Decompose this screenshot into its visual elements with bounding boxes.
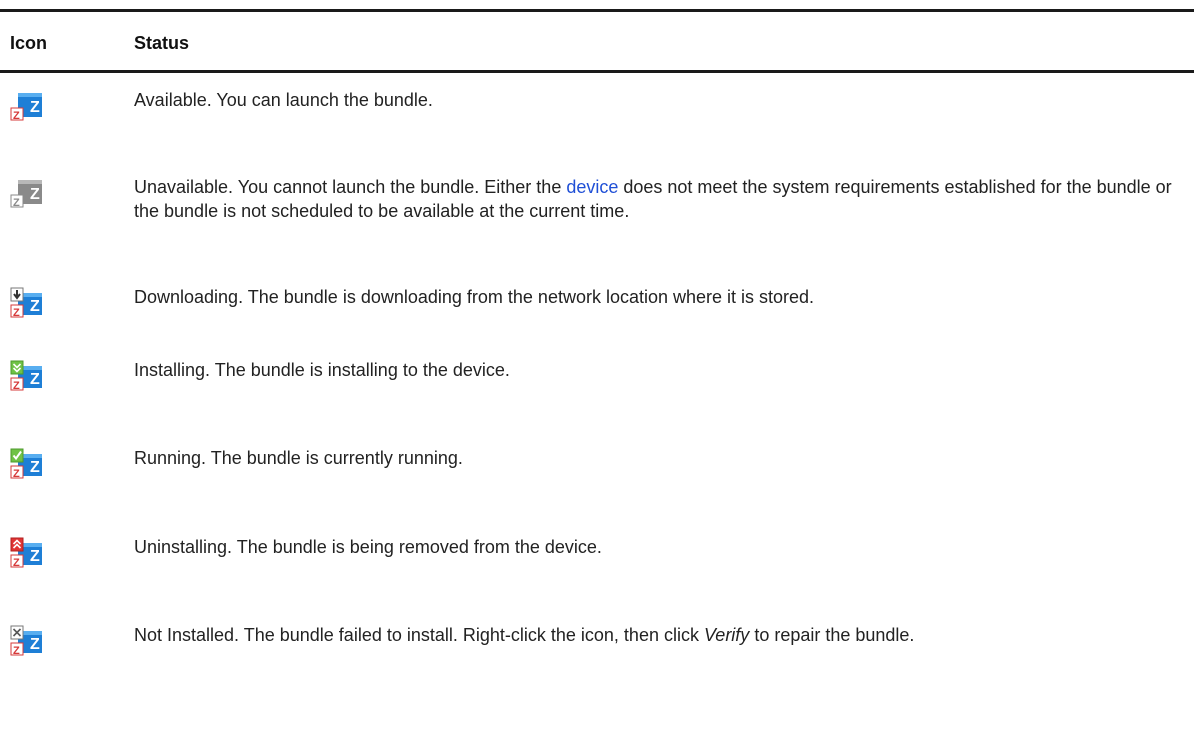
- status-text-available: Available. You can launch the bundle.: [134, 90, 433, 110]
- svg-text:Z: Z: [13, 197, 20, 209]
- status-text-unavailable: Unavailable. You cannot launch the bundl…: [134, 175, 1184, 223]
- svg-text:Z: Z: [13, 380, 20, 392]
- bundle-available-icon: Z Z: [10, 88, 44, 122]
- bundle-downloading-icon: Z Z: [10, 285, 44, 319]
- bundle-running-icon: Z Z: [10, 446, 44, 480]
- icon-column-header: Icon: [10, 33, 48, 53]
- svg-text:Z: Z: [30, 186, 40, 203]
- svg-text:Z: Z: [30, 636, 40, 653]
- svg-text:Z: Z: [13, 110, 20, 122]
- status-text-running: Running. The bundle is currently running…: [134, 448, 463, 468]
- svg-text:Z: Z: [13, 468, 20, 480]
- table-top-rule: [0, 9, 1194, 12]
- svg-text:Z: Z: [30, 459, 40, 476]
- status-text-unavailable-part-1: Unavailable. You cannot launch the bundl…: [134, 177, 567, 197]
- svg-text:Z: Z: [30, 99, 40, 116]
- table-header-row: Icon Status: [0, 33, 1194, 59]
- bundle-unavailable-icon: Z Z: [10, 175, 44, 209]
- verify-emphasis: Verify: [703, 625, 750, 645]
- svg-text:Z: Z: [30, 548, 40, 565]
- status-text-not-installed-part-2: to repair the bundle.: [749, 625, 915, 645]
- status-text-not-installed-part-1: Not Installed. The bundle failed to inst…: [134, 625, 704, 645]
- svg-text:Z: Z: [30, 371, 40, 388]
- status-text-downloading: Downloading. The bundle is downloading f…: [134, 287, 815, 307]
- bundle-not-installed-icon: Z Z: [10, 623, 44, 657]
- svg-text:Z: Z: [30, 298, 40, 315]
- svg-text:Z: Z: [13, 557, 20, 569]
- status-text-uninstalling: Uninstalling. The bundle is being remove…: [134, 537, 602, 557]
- svg-text:Z: Z: [13, 307, 20, 319]
- status-text-installing: Installing. The bundle is installing to …: [134, 360, 510, 380]
- status-column-header: Status: [134, 33, 190, 53]
- bundle-installing-icon: Z Z: [10, 358, 44, 392]
- table-header-rule: [0, 70, 1194, 73]
- status-text-not-installed: Not Installed. The bundle failed to inst…: [134, 623, 1184, 647]
- svg-text:Z: Z: [13, 645, 20, 657]
- device-link[interactable]: device: [566, 177, 618, 197]
- bundle-uninstalling-icon: Z Z: [10, 535, 44, 569]
